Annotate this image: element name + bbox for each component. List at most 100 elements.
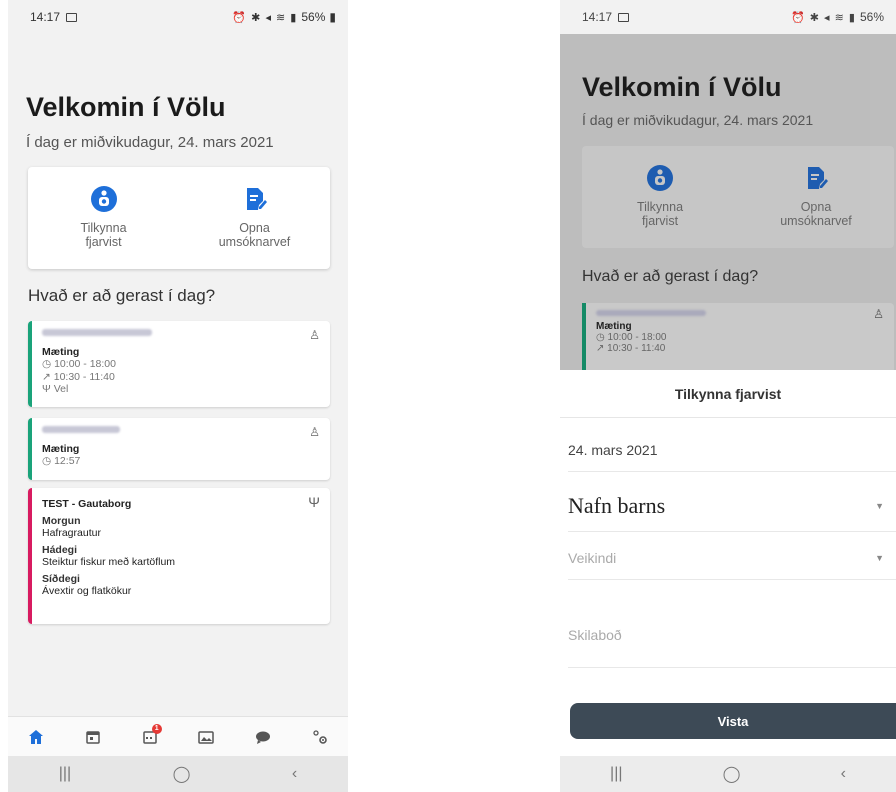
nav-home[interactable] [23,724,49,750]
nav-calendar[interactable] [80,724,106,750]
card-time: 10:00 - 18:00 [607,332,667,343]
dimmed-background[interactable]: 14:17 ⏰ ✱ ◂ ≋ ▮ 56% Velkomin í Völu Í da… [560,0,896,370]
child-select[interactable]: Nafn barns ▼ [568,480,896,532]
notification-badge: 1 [151,723,162,734]
person-info-icon [647,165,673,191]
back-button[interactable]: ‹ [292,765,297,783]
recents-button[interactable]: ||| [610,765,622,783]
calendar-icon [86,730,100,744]
card-accent [28,321,32,407]
food-icon: Ψ [308,494,320,510]
bottom-nav: 1 [8,716,348,756]
card-time: 10:00 - 18:00 [54,358,116,370]
image-notification-icon [618,12,630,22]
absence-sheet: Tilkynna fjarvist 24. mars 2021 Nafn bar… [560,370,896,756]
gallery-icon [198,730,215,744]
status-icons: ⏰ ✱ ◂ ≋ ▮ [791,11,856,24]
card-food: Vel [53,383,69,395]
food-icon: Ψ [42,383,51,395]
person-info-icon [90,186,117,212]
status-icons: ⏰ ✱ ◂ ≋ ▮ [232,11,298,24]
list-item[interactable]: Mæting ◷ 12:57 ♙ [28,418,330,480]
image-notification-icon [66,12,78,22]
message-input[interactable]: Skilaboð [568,602,896,668]
child-icon: ♙ [309,328,320,342]
system-nav: ||| ◯ ‹ [560,756,896,792]
card-type: Mæting [42,345,80,358]
report-absence-screen: 14:17 ⏰ ✱ ◂ ≋ ▮ 56% Velkomin í Völu Í da… [560,0,896,792]
section-title: Hvað er að gerast í dag? [28,286,216,305]
meal-text: Ávextir og flatkökur [42,585,132,597]
home-button[interactable]: ◯ [723,764,741,784]
card-time: 12:57 [54,455,81,467]
status-battery: 56% [859,10,884,24]
open-application-button[interactable]: Opna umsóknarvef [179,167,330,269]
page-title: Velkomin í Völu [26,92,226,122]
open-application-button: Opna umsóknarvef [738,146,894,248]
date-subtitle: Í dag er miðvikudagur, 24. mars 2021 [26,134,274,151]
card-accent [28,488,32,624]
chevron-down-icon: ▼ [875,500,884,511]
back-button[interactable]: ‹ [841,765,846,783]
settings-icon [312,729,327,744]
message-placeholder: Skilaboð [568,626,622,643]
chevron-down-icon: ▼ [875,552,884,563]
child-icon: ♙ [873,307,884,321]
home-button[interactable]: ◯ [173,764,191,784]
list-item[interactable]: Mæting ◷ 10:00 - 18:00 ↗ 10:30 - 11:40 Ψ… [28,321,330,407]
child-name-blurred [42,329,152,336]
card-type: Mæting [42,442,80,455]
clock-icon: ◷ [42,358,52,370]
report-absence-label: Tilkynna fjarvist [636,200,684,228]
open-application-label: Opna umsóknarvef [780,200,852,228]
clock-icon: ◷ [596,332,605,343]
nav-messages[interactable] [250,724,276,750]
arrival-icon: ↗ [42,370,51,383]
report-absence-button[interactable]: Tilkynna fjarvist [28,167,179,269]
clock-icon: ◷ [42,455,52,467]
menu-title: TEST - Gautaborg [42,498,132,510]
home-screen: 14:17 ⏰ ✱ ◂ ≋ ▮ 56% ▮ Velkomin í Völu Í … [8,0,348,792]
meal-text: Steiktur fiskur með kartöflum [42,556,176,568]
status-battery: 56% [301,10,326,24]
card-time-secondary: 10:30 - 11:40 [53,370,115,383]
child-name-blurred [42,426,120,433]
report-absence-label: Tilkynna fjarvist [80,221,127,249]
document-edit-icon [246,188,267,210]
save-button[interactable]: Vista [570,703,896,739]
status-bar: 14:17 ⏰ ✱ ◂ ≋ ▮ 56% [560,0,896,34]
quick-actions: Tilkynna fjarvist Opna umsóknarvef [582,146,894,248]
child-select-label: Nafn barns [568,492,666,518]
child-icon: ♙ [309,425,320,439]
list-item[interactable]: TEST - Gautaborg Morgun Hafragrautur Hád… [28,488,330,624]
date-value: 24. mars 2021 [568,441,658,458]
report-absence-button: Tilkynna fjarvist [582,146,738,248]
meal-heading: Morgun [42,514,81,527]
meal-heading: Hádegi [42,543,78,556]
status-time: 14:17 [582,10,613,24]
card-type: Mæting [596,321,632,332]
quick-actions: Tilkynna fjarvist Opna umsóknarvef [28,167,330,269]
nav-settings[interactable] [307,724,333,750]
card-accent [28,418,32,480]
nav-events[interactable]: 1 [137,723,163,750]
system-nav: ||| ◯ ‹ [8,756,348,792]
page-title: Velkomin í Völu [582,72,782,102]
child-name-blurred [596,310,706,316]
nav-gallery[interactable] [193,724,219,750]
card-time-secondary: 10:30 - 11:40 [607,343,666,354]
meal-text: Hafragrautur [42,527,101,539]
date-field[interactable]: 24. mars 2021 [568,428,896,472]
reason-placeholder: Veikindi [568,549,617,566]
document-edit-icon [808,167,828,189]
battery-icon: ▮ [329,10,336,24]
meal-heading: Síðdegi [42,572,80,585]
date-subtitle: Í dag er miðvikudagur, 24. mars 2021 [582,112,814,128]
card-accent [582,303,586,370]
status-time: 14:17 [30,10,61,24]
list-item: Mæting ◷ 10:00 - 18:00 ↗ 10:30 - 11:40 ♙ [582,303,894,370]
reason-select[interactable]: Veikindi ▼ [568,536,896,580]
chat-icon [255,731,270,744]
sheet-title: Tilkynna fjarvist [560,370,896,418]
recents-button[interactable]: ||| [59,765,71,783]
